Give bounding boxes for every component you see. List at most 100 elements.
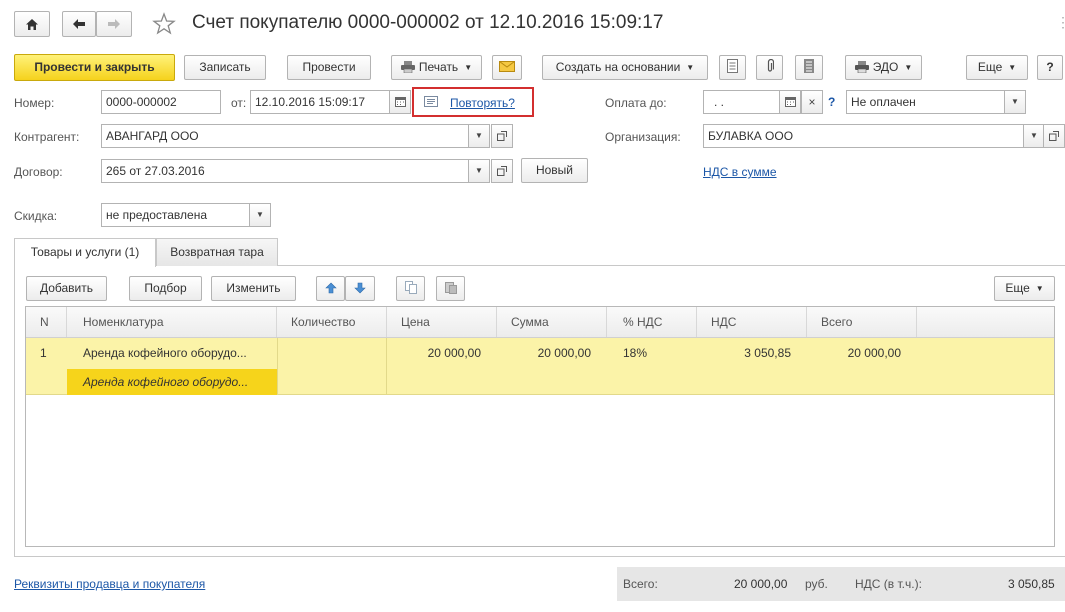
number-field[interactable]: 0000-000002 xyxy=(101,90,221,114)
open-icon xyxy=(497,166,507,176)
document-icon xyxy=(727,59,738,73)
col-header-total[interactable]: Всего xyxy=(807,307,917,337)
requisites-link[interactable]: Реквизиты продавца и покупателя xyxy=(14,577,205,591)
currency-label: руб. xyxy=(805,577,828,591)
paste-button[interactable] xyxy=(436,276,465,301)
list-icon xyxy=(804,59,814,73)
col-header-price[interactable]: Цена xyxy=(387,307,497,337)
cell-total: 20 000,00 xyxy=(847,346,901,360)
table-more-label: Еще xyxy=(1005,281,1030,295)
dropdown-arrow-icon: ▼ xyxy=(1035,284,1044,293)
new-contract-button[interactable]: Новый xyxy=(521,158,588,183)
contract-dropdown-button[interactable]: ▼ xyxy=(468,159,490,183)
page-title: Счет покупателю 0000-000002 от 12.10.201… xyxy=(192,12,664,33)
calendar-button[interactable] xyxy=(389,90,411,114)
payment-date-field[interactable]: . . xyxy=(703,90,780,114)
move-up-button[interactable] xyxy=(316,276,345,301)
home-icon xyxy=(26,19,38,30)
discount-dropdown-button[interactable]: ▼ xyxy=(249,203,271,227)
calendar-icon xyxy=(784,97,796,107)
pick-button[interactable]: Подбор xyxy=(129,276,202,301)
home-button[interactable] xyxy=(14,11,50,37)
print-label: Печать xyxy=(418,60,459,74)
cell-quantity xyxy=(277,338,387,395)
total-value: 20 000,00 xyxy=(734,577,788,591)
contractor-field[interactable]: АВАНГАРД ООО xyxy=(101,124,471,148)
col-header-sum[interactable]: Сумма xyxy=(497,307,607,337)
dropdown-arrow-icon: ▼ xyxy=(1008,63,1017,72)
clear-payment-date-button[interactable]: × xyxy=(801,90,823,114)
col-header-nomenclature[interactable]: Номенклатура xyxy=(67,307,277,337)
tab-returnable-packaging[interactable]: Возвратная тара xyxy=(156,238,278,266)
open-icon xyxy=(497,131,507,141)
organization-dropdown-button[interactable]: ▼ xyxy=(1023,124,1045,148)
organization-field[interactable]: БУЛАВКА ООО xyxy=(703,124,1027,148)
payment-status-select[interactable]: Не оплачен xyxy=(846,90,1007,114)
create-based-on-button[interactable]: Создать на основании ▼ xyxy=(542,55,708,80)
more-label: Еще xyxy=(977,60,1003,74)
calendar-icon xyxy=(394,97,406,107)
discount-select[interactable]: не предоставлена xyxy=(101,203,251,227)
forward-button[interactable] xyxy=(96,11,132,37)
table-row[interactable]: 1 Аренда кофейного оборудо... Аренда коф… xyxy=(26,338,1054,395)
post-button[interactable]: Провести xyxy=(287,55,371,80)
post-and-close-button[interactable]: Провести и закрыть xyxy=(14,54,175,81)
cell-n: 1 xyxy=(40,346,47,360)
cell-price: 20 000,00 xyxy=(427,346,481,360)
repeat-icon xyxy=(424,96,438,110)
copy-icon xyxy=(404,281,417,294)
cell-sum: 20 000,00 xyxy=(537,346,591,360)
create-based-on-label: Создать на основании xyxy=(555,60,681,74)
totals-panel xyxy=(617,567,1065,601)
table-header: N Номенклатура Количество Цена Сумма % Н… xyxy=(26,307,1054,338)
dropdown-arrow-icon: ▼ xyxy=(904,63,913,72)
envelope-icon xyxy=(499,61,515,72)
col-header-vat[interactable]: НДС xyxy=(697,307,807,337)
contract-field[interactable]: 265 от 27.03.2016 xyxy=(101,159,471,183)
window-more-icon[interactable]: ⋮ xyxy=(1056,14,1065,31)
contractor-label: Контрагент: xyxy=(14,130,80,144)
move-down-button[interactable] xyxy=(345,276,375,301)
print-button[interactable]: Печать ▼ xyxy=(391,55,482,80)
organization-open-button[interactable] xyxy=(1043,124,1065,148)
favorite-star-icon[interactable] xyxy=(152,12,176,36)
repeat-link[interactable]: Повторять? xyxy=(450,96,515,110)
payment-due-label: Оплата до: xyxy=(605,96,667,110)
contract-open-button[interactable] xyxy=(491,159,513,183)
edit-button[interactable]: Изменить xyxy=(211,276,296,301)
paperclip-icon xyxy=(767,58,774,72)
save-button[interactable]: Записать xyxy=(184,55,266,80)
col-header-vat-rate[interactable]: % НДС xyxy=(607,307,697,337)
tab-goods-services[interactable]: Товары и услуги (1) xyxy=(14,238,156,267)
edo-button[interactable]: ЭДО ▼ xyxy=(845,55,922,80)
discount-label: Скидка: xyxy=(14,209,58,223)
organization-label: Организация: xyxy=(605,130,681,144)
email-button[interactable] xyxy=(492,55,522,80)
cell-vat: 3 050,85 xyxy=(744,346,791,360)
contractor-open-button[interactable] xyxy=(491,124,513,148)
attach-button[interactable] xyxy=(756,55,783,80)
col-header-n[interactable]: N xyxy=(26,307,67,337)
arrow-down-icon xyxy=(354,282,366,294)
cell-nomenclature-content[interactable]: Аренда кофейного оборудо... xyxy=(67,369,277,395)
date-field[interactable]: 12.10.2016 15:09:17 xyxy=(250,90,390,114)
calculator-button[interactable] xyxy=(795,55,823,80)
document-report-button[interactable] xyxy=(719,55,746,80)
dropdown-arrow-icon: ▼ xyxy=(686,63,695,72)
add-row-button[interactable]: Добавить xyxy=(26,276,107,301)
edo-label: ЭДО xyxy=(872,60,899,74)
contractor-dropdown-button[interactable]: ▼ xyxy=(468,124,490,148)
col-header-quantity[interactable]: Количество xyxy=(277,307,387,337)
open-icon xyxy=(1049,131,1059,141)
printer-icon xyxy=(400,61,415,74)
vat-included-link[interactable]: НДС в сумме xyxy=(703,165,777,179)
status-dropdown-button[interactable]: ▼ xyxy=(1004,90,1026,114)
number-label: Номер: xyxy=(14,96,55,110)
help-button[interactable]: ? xyxy=(1037,55,1063,80)
table-more-button[interactable]: Еще ▼ xyxy=(994,276,1055,301)
payment-calendar-button[interactable] xyxy=(779,90,801,114)
payment-help-link[interactable]: ? xyxy=(828,95,835,109)
copy-button[interactable] xyxy=(396,276,425,301)
more-button[interactable]: Еще ▼ xyxy=(966,55,1028,80)
back-button[interactable] xyxy=(62,11,96,37)
